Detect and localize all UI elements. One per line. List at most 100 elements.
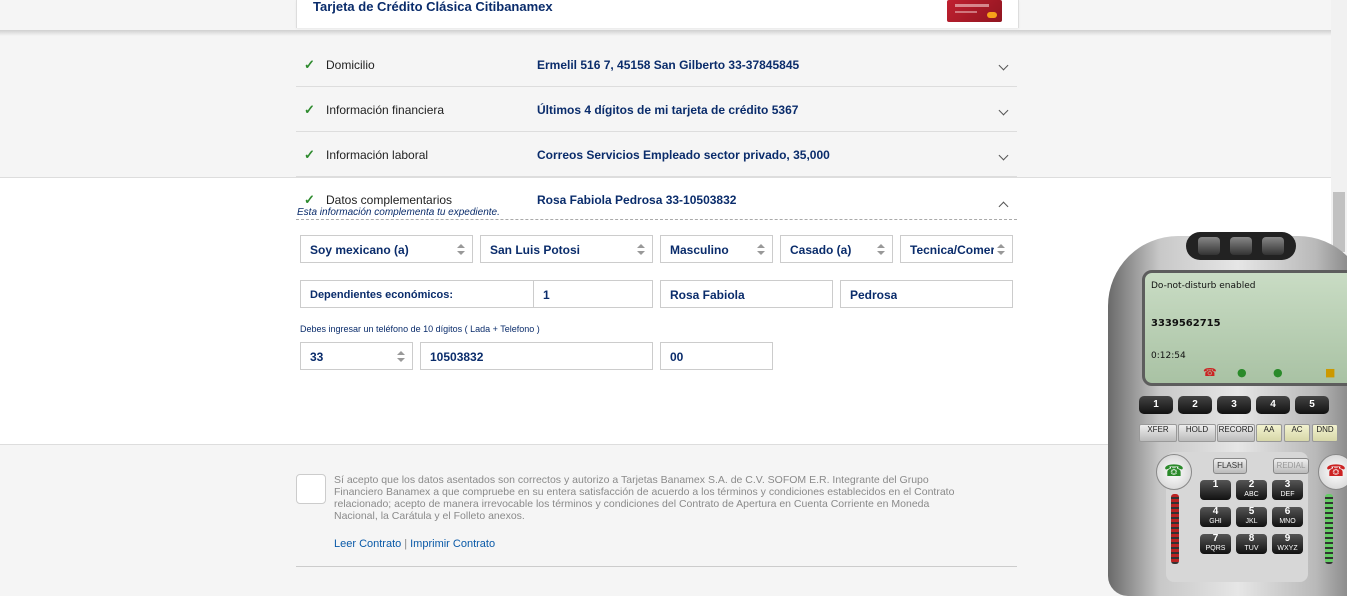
dependents-value: 1 (543, 288, 550, 302)
keypad-key-3[interactable]: 3 DEF (1272, 480, 1303, 500)
dnd-button[interactable]: DND (1312, 424, 1338, 442)
softphone[interactable]: Do-not-disturb enabled 3339562715 0:12:5… (1108, 226, 1347, 596)
phone-value: 10503832 (430, 350, 484, 364)
speaker-level-meter (1325, 494, 1333, 564)
reference-lastname-value: Pedrosa (850, 288, 898, 302)
row-value: Últimos 4 dígitos de mi tarjeta de crédi… (537, 103, 799, 117)
keypad-key-5[interactable]: 5 JKL (1236, 507, 1267, 527)
softphone-display: Do-not-disturb enabled 3339562715 0:12:5… (1142, 270, 1347, 386)
line-key-1[interactable]: 1 (1139, 396, 1173, 414)
product-card-header: Tarjeta de Crédito Clásica Citibanamex (296, 0, 1019, 28)
select-arrows-icon (457, 244, 465, 256)
chevron-up-icon[interactable] (998, 201, 1009, 212)
redial-button[interactable]: REDIAL (1273, 458, 1309, 474)
extension-input[interactable]: 00 (660, 342, 773, 370)
line-key-3[interactable]: 3 (1217, 396, 1251, 414)
reference-name-value: Rosa Fabiola (670, 288, 745, 302)
check-icon: ✓ (304, 147, 315, 162)
read-contract-link[interactable]: Leer Contrato (334, 538, 401, 550)
select-arrows-icon (397, 351, 405, 363)
reference-name-input[interactable]: Rosa Fabiola (660, 280, 833, 308)
state-select[interactable]: San Luis Potosi (480, 235, 653, 263)
mic-level-meter (1171, 494, 1179, 564)
phone-input[interactable]: 10503832 (420, 342, 653, 370)
section-note: Esta información complementa tu expedien… (297, 207, 500, 218)
keypad-key-4[interactable]: 4 GHI (1200, 507, 1231, 527)
check-icon: ✓ (304, 192, 315, 207)
summary-row-domicilio[interactable]: ✓ Domicilio Ermelil 516 7, 45158 San Gil… (296, 42, 1017, 87)
record-button[interactable]: RECORD (1217, 424, 1255, 442)
menu-icon[interactable] (1198, 237, 1220, 255)
chevron-down-icon[interactable] (998, 105, 1009, 116)
extension-value: 00 (670, 350, 684, 364)
hangup-button-icon[interactable]: ☎ (1318, 454, 1347, 490)
gender-select[interactable]: Masculino (660, 235, 773, 263)
dependents-input[interactable]: 1 (533, 280, 653, 308)
check-icon: ✓ (304, 102, 315, 117)
summary-row-financiera[interactable]: ✓ Información financiera Últimos 4 dígit… (296, 87, 1017, 132)
ac-button[interactable]: AC (1284, 424, 1310, 442)
lada-select[interactable]: 33 (300, 342, 413, 370)
header-shadow (0, 30, 1331, 36)
state-value: San Luis Potosi (490, 243, 581, 257)
line-key-2[interactable]: 2 (1178, 396, 1212, 414)
call-button-icon[interactable]: ☎ (1156, 454, 1192, 490)
dependents-label: Dependientes económicos: (310, 289, 454, 301)
keypad-key-9[interactable]: 9 WXYZ (1272, 534, 1303, 554)
row-label: Información laboral (326, 148, 429, 162)
row-value: Correos Servicios Empleado sector privad… (537, 148, 830, 162)
education-select[interactable]: Tecnica/Comercial (900, 235, 1013, 263)
gender-value: Masculino (670, 243, 729, 257)
add-contact-icon[interactable]: ● (1273, 366, 1283, 379)
nationality-value: Soy mexicano (a) (310, 243, 409, 257)
hold-button[interactable]: HOLD (1178, 424, 1216, 442)
chevron-down-icon[interactable] (998, 150, 1009, 161)
lock-icon[interactable]: ■ (1325, 366, 1335, 379)
dnd-status: Do-not-disturb enabled (1151, 281, 1256, 291)
collapse-icon[interactable] (1262, 237, 1284, 255)
dependents-label-box: Dependientes económicos: (300, 280, 534, 308)
call-timer: 0:12:54 (1151, 351, 1186, 361)
keypad-key-8[interactable]: 8 TUV (1236, 534, 1267, 554)
user-status-icon[interactable]: ● (1237, 366, 1247, 379)
consent-checkbox[interactable] (296, 474, 326, 504)
select-arrows-icon (877, 244, 885, 256)
marital-status-select[interactable]: Casado (a) (780, 235, 893, 263)
phone-hint: Debes ingresar un teléfono de 10 dígitos… (300, 324, 540, 334)
minimize-icon[interactable] (1230, 237, 1252, 255)
link-separator: | (404, 538, 408, 550)
select-arrows-icon (637, 244, 645, 256)
aa-button[interactable]: AA (1256, 424, 1282, 442)
line-key-5[interactable]: 5 (1295, 396, 1329, 414)
row-label: Datos complementarios (326, 193, 453, 207)
nationality-select[interactable]: Soy mexicano (a) (300, 235, 473, 263)
select-arrows-icon (757, 244, 765, 256)
phone-hangup-icon[interactable]: ☎ (1203, 366, 1217, 379)
reference-lastname-input[interactable]: Pedrosa (840, 280, 1013, 308)
consent-text: Sí acepto que los datos asentados son co… (334, 474, 955, 522)
row-value: Rosa Fabiola Pedrosa 33-10503832 (537, 193, 737, 207)
marital-status-value: Casado (a) (790, 243, 852, 257)
bottom-divider (296, 566, 1017, 567)
chevron-down-icon[interactable] (998, 60, 1009, 71)
check-icon: ✓ (304, 57, 315, 72)
row-label: Domicilio (326, 58, 375, 72)
keypad-key-6[interactable]: 6 MNO (1272, 507, 1303, 527)
row-value: Ermelil 516 7, 45158 San Gilberto 33-378… (537, 58, 800, 72)
credit-card-image (947, 0, 1002, 22)
keypad-key-7[interactable]: 7 PQRS (1200, 534, 1231, 554)
dashed-divider (296, 219, 1017, 220)
contract-links: Leer Contrato | Imprimir Contrato (334, 538, 495, 550)
dialed-number: 3339562715 (1151, 318, 1221, 329)
education-value: Tecnica/Comercial (910, 243, 994, 257)
product-title: Tarjeta de Crédito Clásica Citibanamex (313, 0, 553, 14)
keypad-key-1[interactable]: 1 (1200, 480, 1231, 500)
select-arrows-icon (997, 244, 1005, 256)
line-key-4[interactable]: 4 (1256, 396, 1290, 414)
keypad-key-2[interactable]: 2 ABC (1236, 480, 1267, 500)
summary-row-laboral[interactable]: ✓ Información laboral Correos Servicios … (296, 132, 1017, 177)
softphone-top-controls (1186, 232, 1296, 260)
flash-button[interactable]: FLASH (1213, 458, 1247, 474)
xfer-button[interactable]: XFER (1139, 424, 1177, 442)
print-contract-link[interactable]: Imprimir Contrato (410, 538, 495, 550)
